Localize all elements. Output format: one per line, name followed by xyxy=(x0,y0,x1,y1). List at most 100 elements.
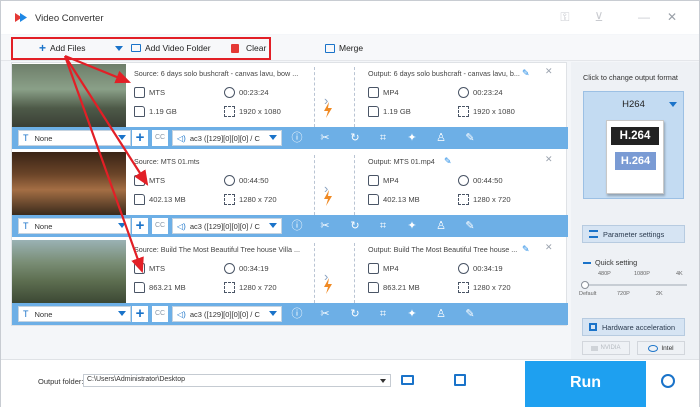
source-duration-value: 00:23:24 xyxy=(239,88,269,97)
info-icon[interactable]: ⓘ xyxy=(290,131,304,145)
audio-track-select[interactable]: ◁) ac3 ([129][0][0][0] / C xyxy=(172,306,282,322)
edit-pencil-icon[interactable]: ✎ xyxy=(522,68,530,79)
watermark-icon[interactable]: ♙ xyxy=(434,307,448,321)
merge-icon xyxy=(325,43,335,53)
audio-track-select[interactable]: ◁) ac3 ([129][0][0][0] / C xyxy=(172,130,282,146)
add-subtitle-button[interactable]: + xyxy=(132,130,148,146)
cc-subtitle-icon[interactable]: CC xyxy=(152,130,168,146)
output-folder-select[interactable]: C:\Users\Administrator\Desktop xyxy=(83,374,391,387)
speaker-icon: ◁) xyxy=(177,309,186,319)
edit-subtitle-icon[interactable]: ✎ xyxy=(463,131,477,145)
chevron-down-icon xyxy=(118,311,126,316)
source-title: Source: Build The Most Beautiful Tree ho… xyxy=(134,245,300,254)
parameter-settings-button[interactable]: Parameter settings xyxy=(582,225,685,243)
nvidia-option[interactable]: NVIDIA xyxy=(582,341,630,355)
cart-icon[interactable]: ⊻ xyxy=(591,10,607,24)
source-title: Source: MTS 01.mts xyxy=(134,157,200,166)
source-duration: 00:23:24 xyxy=(224,87,269,98)
open-folder-icon[interactable] xyxy=(454,374,466,386)
video-thumbnail[interactable] xyxy=(12,64,126,127)
list-item[interactable]: Source: MTS 01.mts MTS 00:44:50 402.13 M… xyxy=(12,151,568,239)
intel-option[interactable]: Intel xyxy=(637,341,685,355)
audio-track-select[interactable]: ◁) ac3 ([129][0][0][0] / C xyxy=(172,218,282,234)
source-resolution: 1280 x 720 xyxy=(224,194,277,205)
rotate-icon[interactable]: ↻ xyxy=(348,307,362,321)
folder-icon xyxy=(134,194,145,205)
parameter-settings-label: Parameter settings xyxy=(603,229,665,239)
subtitle-select[interactable]: T None xyxy=(18,306,131,322)
output-resolution-value: 1280 x 720 xyxy=(473,195,511,204)
subtitle-select[interactable]: T None xyxy=(18,130,131,146)
effects-wand-icon[interactable]: ✦ xyxy=(405,131,419,145)
format-icon xyxy=(368,87,379,98)
video-thumbnail[interactable] xyxy=(12,240,126,303)
intel-label: Intel xyxy=(661,344,674,352)
run-button[interactable]: Run xyxy=(525,361,646,407)
info-icon[interactable]: ⓘ xyxy=(290,219,304,233)
remove-item-icon[interactable]: ✕ xyxy=(545,66,553,77)
edit-pencil-icon[interactable]: ✎ xyxy=(444,156,452,167)
footer: Output folder: C:\Users\Administrator\De… xyxy=(1,359,699,407)
output-format-value: MP4 xyxy=(383,176,399,185)
format-selector[interactable]: H264 H.264 H.264 xyxy=(583,91,684,199)
source-size: 1.19 GB xyxy=(134,106,177,117)
subtitle-value: None xyxy=(34,221,53,231)
crop-icon[interactable]: ⌗ xyxy=(376,307,390,321)
rotate-icon[interactable]: ↻ xyxy=(348,219,362,233)
source-duration: 00:44:50 xyxy=(224,175,269,186)
format-icon xyxy=(368,263,379,274)
quality-slider[interactable]: 480P 1080P 4K Default 720P 2K xyxy=(579,269,689,309)
format-badge-top: H.264 xyxy=(611,127,659,145)
merge-button[interactable]: Merge xyxy=(325,40,363,56)
edit-subtitle-icon[interactable]: ✎ xyxy=(463,307,477,321)
scissors-icon[interactable]: ✂ xyxy=(318,307,332,321)
resolution-icon xyxy=(224,106,235,117)
watermark-icon[interactable]: ♙ xyxy=(434,131,448,145)
output-format-value: MP4 xyxy=(383,88,399,97)
output-format: MP4 xyxy=(368,175,399,186)
crop-icon[interactable]: ⌗ xyxy=(376,131,390,145)
subtitle-select[interactable]: T None xyxy=(18,218,131,234)
source-size-value: 1.19 GB xyxy=(149,107,177,116)
edit-pencil-icon[interactable]: ✎ xyxy=(522,244,530,255)
minimize-icon[interactable]: — xyxy=(636,10,652,24)
effects-wand-icon[interactable]: ✦ xyxy=(405,219,419,233)
add-subtitle-button[interactable]: + xyxy=(132,218,148,234)
quality-tick-label: 2K xyxy=(656,291,663,297)
effects-wand-icon[interactable]: ✦ xyxy=(405,307,419,321)
watermark-icon[interactable]: ♙ xyxy=(434,219,448,233)
info-icon[interactable]: ⓘ xyxy=(290,307,304,321)
source-duration-value: 00:34:19 xyxy=(239,264,269,273)
cc-subtitle-icon[interactable]: CC xyxy=(152,306,168,322)
list-item[interactable]: Source: 6 days solo bushcraft - canvas l… xyxy=(12,63,568,151)
source-format: MTS xyxy=(134,87,165,98)
source-size: 863.21 MB xyxy=(134,282,186,293)
text-t-icon: T xyxy=(23,221,29,231)
scissors-icon[interactable]: ✂ xyxy=(318,131,332,145)
crop-icon[interactable]: ⌗ xyxy=(376,219,390,233)
add-subtitle-button[interactable]: + xyxy=(132,306,148,322)
text-t-icon: T xyxy=(23,133,29,143)
folder-icon xyxy=(134,106,145,117)
source-title: Source: 6 days solo bushcraft - canvas l… xyxy=(134,69,299,78)
slider-thumb[interactable] xyxy=(581,281,589,289)
item-toolbar: T None + CC ◁) ac3 ([129][0][0][0] / C ⓘ ✂… xyxy=(12,303,568,325)
lightning-icon xyxy=(324,190,332,206)
key-icon[interactable]: ⚿ xyxy=(557,10,573,24)
alarm-clock-icon[interactable] xyxy=(661,374,675,388)
cc-subtitle-icon[interactable]: CC xyxy=(152,218,168,234)
remove-item-icon[interactable]: ✕ xyxy=(545,154,553,165)
close-icon[interactable]: ✕ xyxy=(664,10,680,24)
list-item[interactable]: Source: Build The Most Beautiful Tree ho… xyxy=(12,239,568,327)
output-duration-value: 00:23:24 xyxy=(473,88,503,97)
edit-subtitle-icon[interactable]: ✎ xyxy=(463,219,477,233)
remove-item-icon[interactable]: ✕ xyxy=(545,242,553,253)
rotate-icon[interactable]: ↻ xyxy=(348,131,362,145)
browse-folder-icon[interactable] xyxy=(401,375,414,385)
output-duration-value: 00:44:50 xyxy=(473,176,503,185)
hardware-acceleration-button[interactable]: Hardware acceleration xyxy=(582,318,685,336)
resolution-icon xyxy=(458,106,469,117)
source-resolution-value: 1280 x 720 xyxy=(239,195,277,204)
scissors-icon[interactable]: ✂ xyxy=(318,219,332,233)
video-thumbnail[interactable] xyxy=(12,152,126,215)
